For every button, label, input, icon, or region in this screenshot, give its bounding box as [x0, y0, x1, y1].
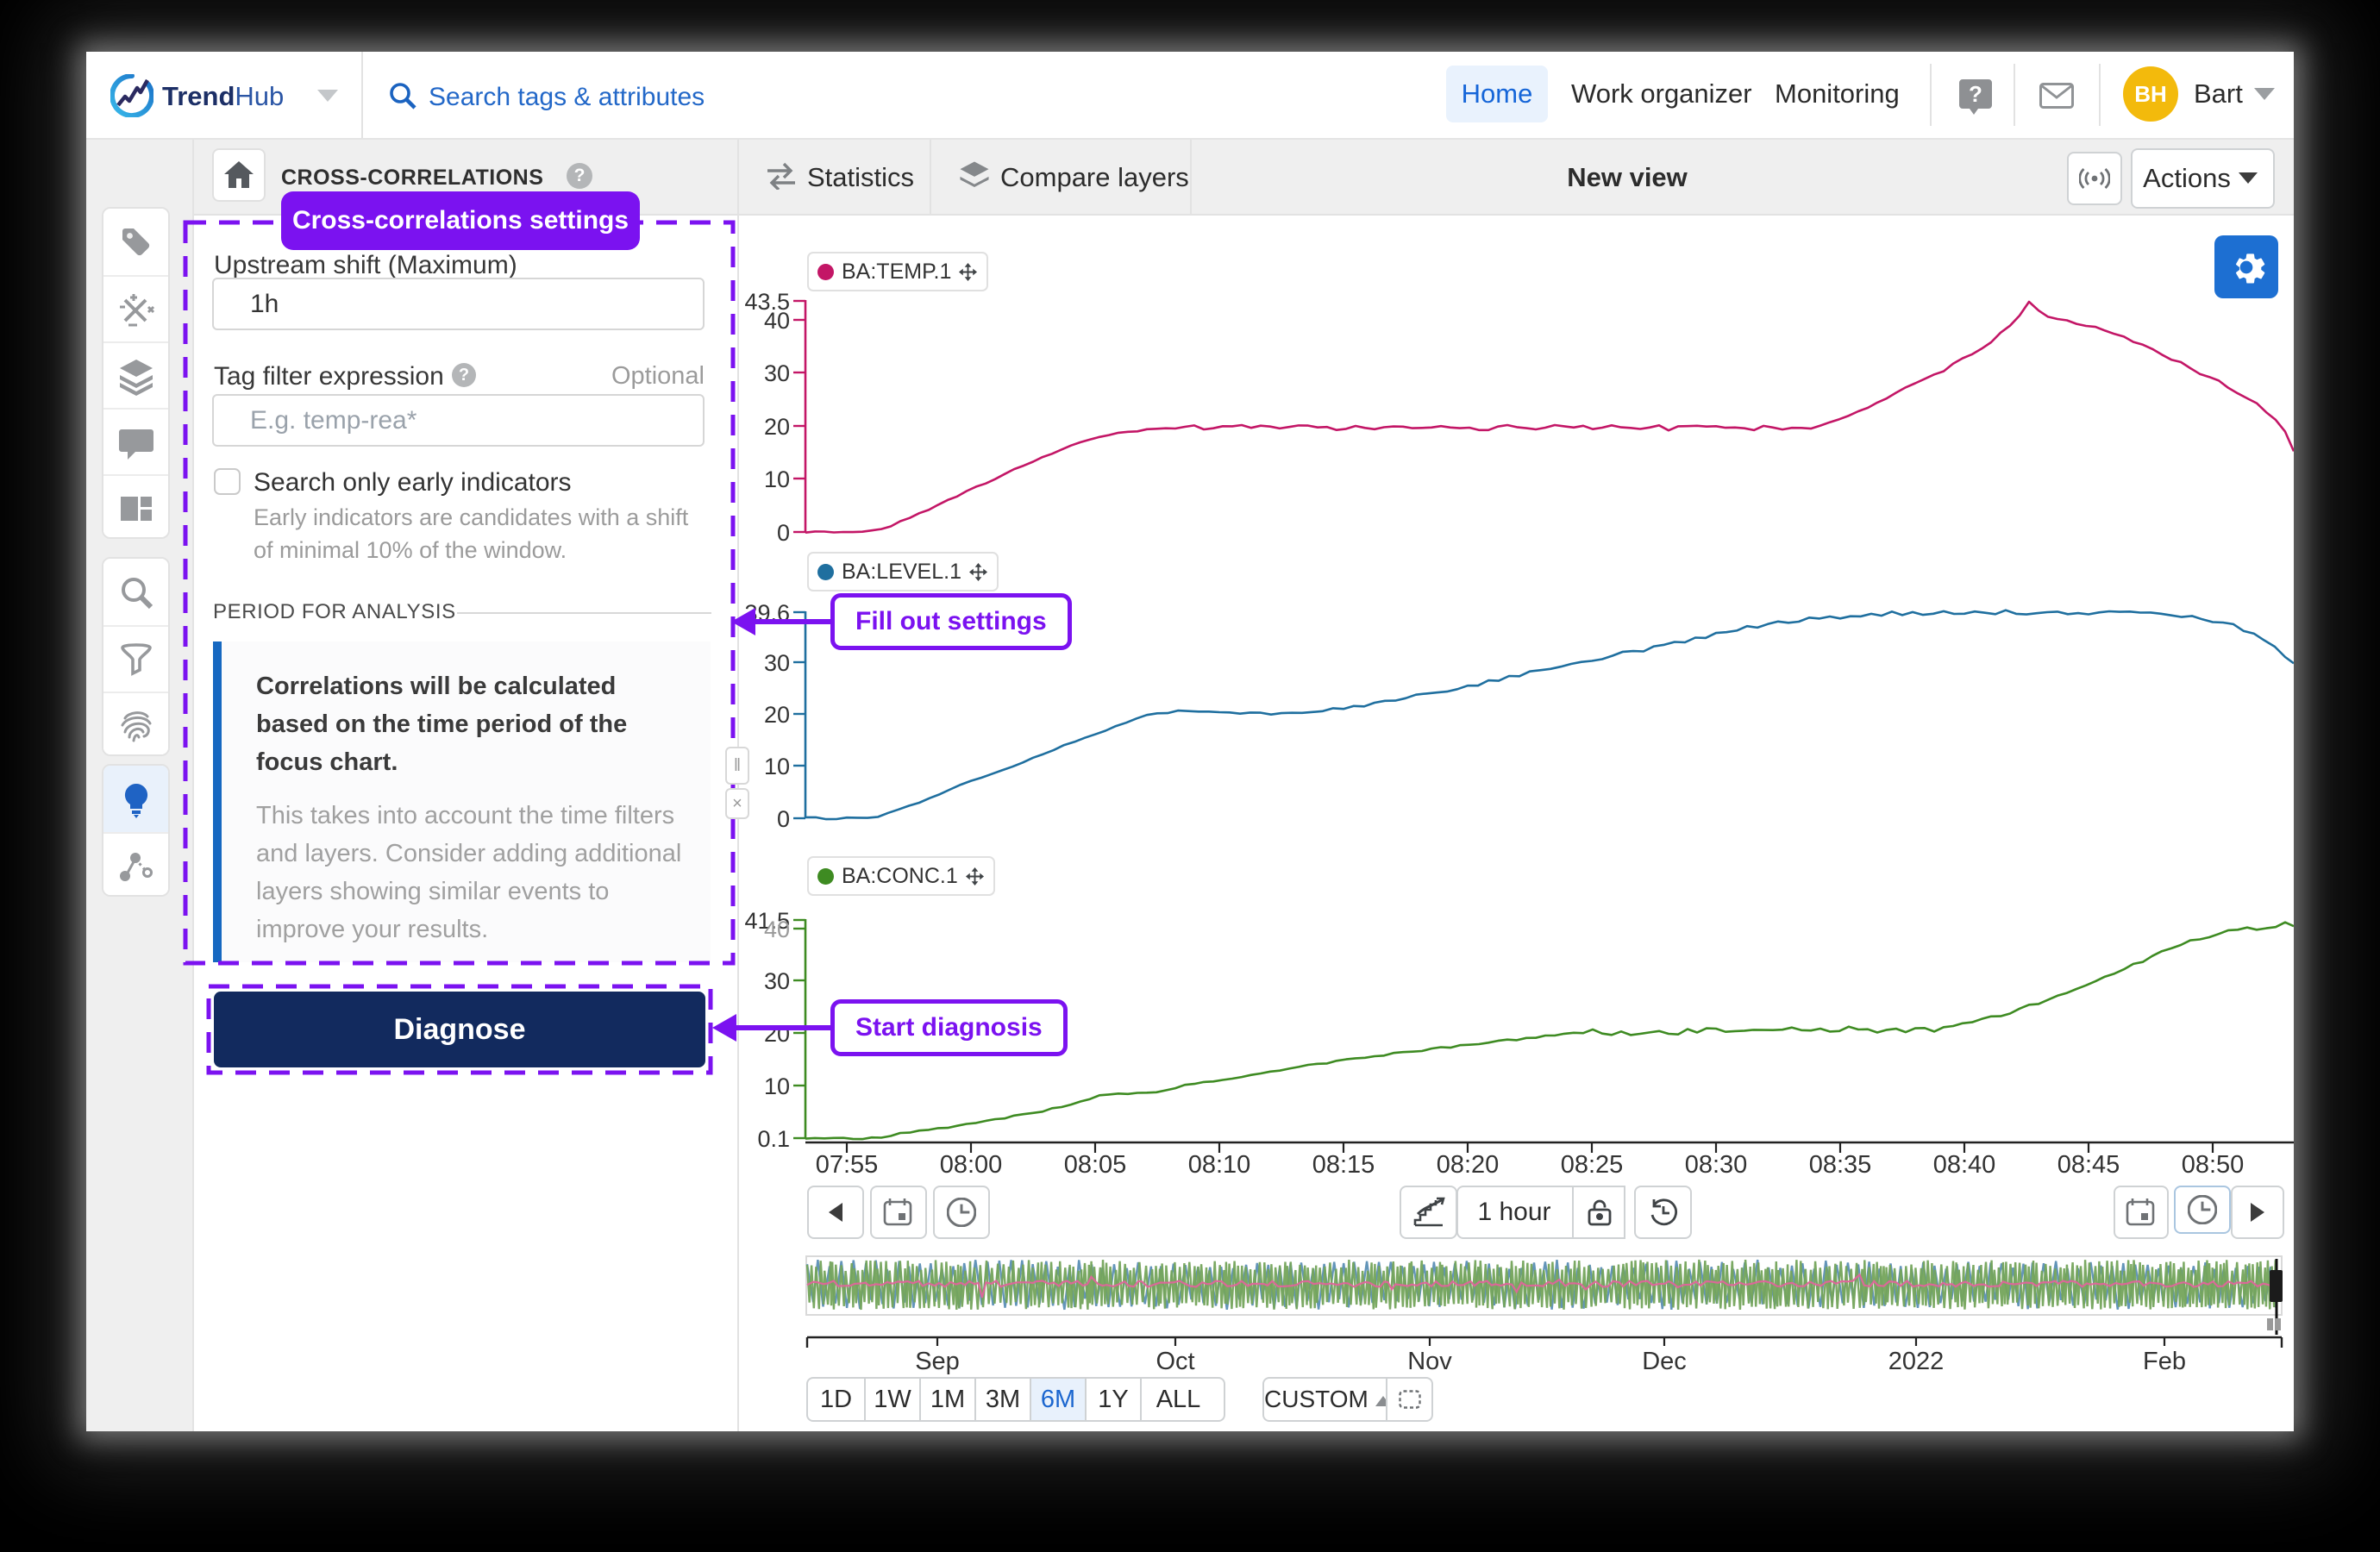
- svg-text:Dec: Dec: [1642, 1348, 1687, 1375]
- svg-text:08:45: 08:45: [2057, 1151, 2120, 1179]
- svg-text:10: 10: [764, 466, 790, 492]
- svg-text:Sep: Sep: [915, 1348, 960, 1375]
- svg-text:Nov: Nov: [1407, 1348, 1452, 1375]
- svg-text:20: 20: [764, 1021, 790, 1047]
- svg-text:20: 20: [764, 414, 790, 440]
- svg-text:30: 30: [764, 650, 790, 676]
- svg-text:40: 40: [764, 917, 790, 942]
- svg-text:08:10: 08:10: [1188, 1151, 1251, 1179]
- svg-text:20: 20: [764, 702, 790, 728]
- svg-text:30: 30: [764, 968, 790, 994]
- svg-text:Feb: Feb: [2143, 1348, 2186, 1375]
- svg-text:0.1: 0.1: [757, 1126, 790, 1152]
- svg-text:Oct: Oct: [1156, 1348, 1194, 1375]
- svg-text:08:30: 08:30: [1685, 1151, 1748, 1179]
- svg-text:08:40: 08:40: [1933, 1151, 1996, 1179]
- svg-text:?: ?: [1969, 81, 1982, 107]
- svg-text:2022: 2022: [1888, 1348, 1945, 1375]
- svg-text:0: 0: [777, 806, 790, 832]
- svg-text:08:20: 08:20: [1437, 1151, 1500, 1179]
- svg-text:08:00: 08:00: [940, 1151, 1003, 1179]
- svg-text:08:50: 08:50: [2182, 1151, 2245, 1179]
- svg-text:10: 10: [764, 754, 790, 779]
- svg-text:08:15: 08:15: [1312, 1151, 1375, 1179]
- svg-text:0: 0: [777, 520, 790, 546]
- svg-text:10: 10: [764, 1073, 790, 1099]
- svg-text:40: 40: [764, 308, 790, 334]
- svg-text:08:05: 08:05: [1064, 1151, 1127, 1179]
- svg-text:08:25: 08:25: [1561, 1151, 1624, 1179]
- svg-text:30: 30: [764, 360, 790, 386]
- svg-text:08:35: 08:35: [1809, 1151, 1872, 1179]
- svg-text:07:55: 07:55: [816, 1151, 879, 1179]
